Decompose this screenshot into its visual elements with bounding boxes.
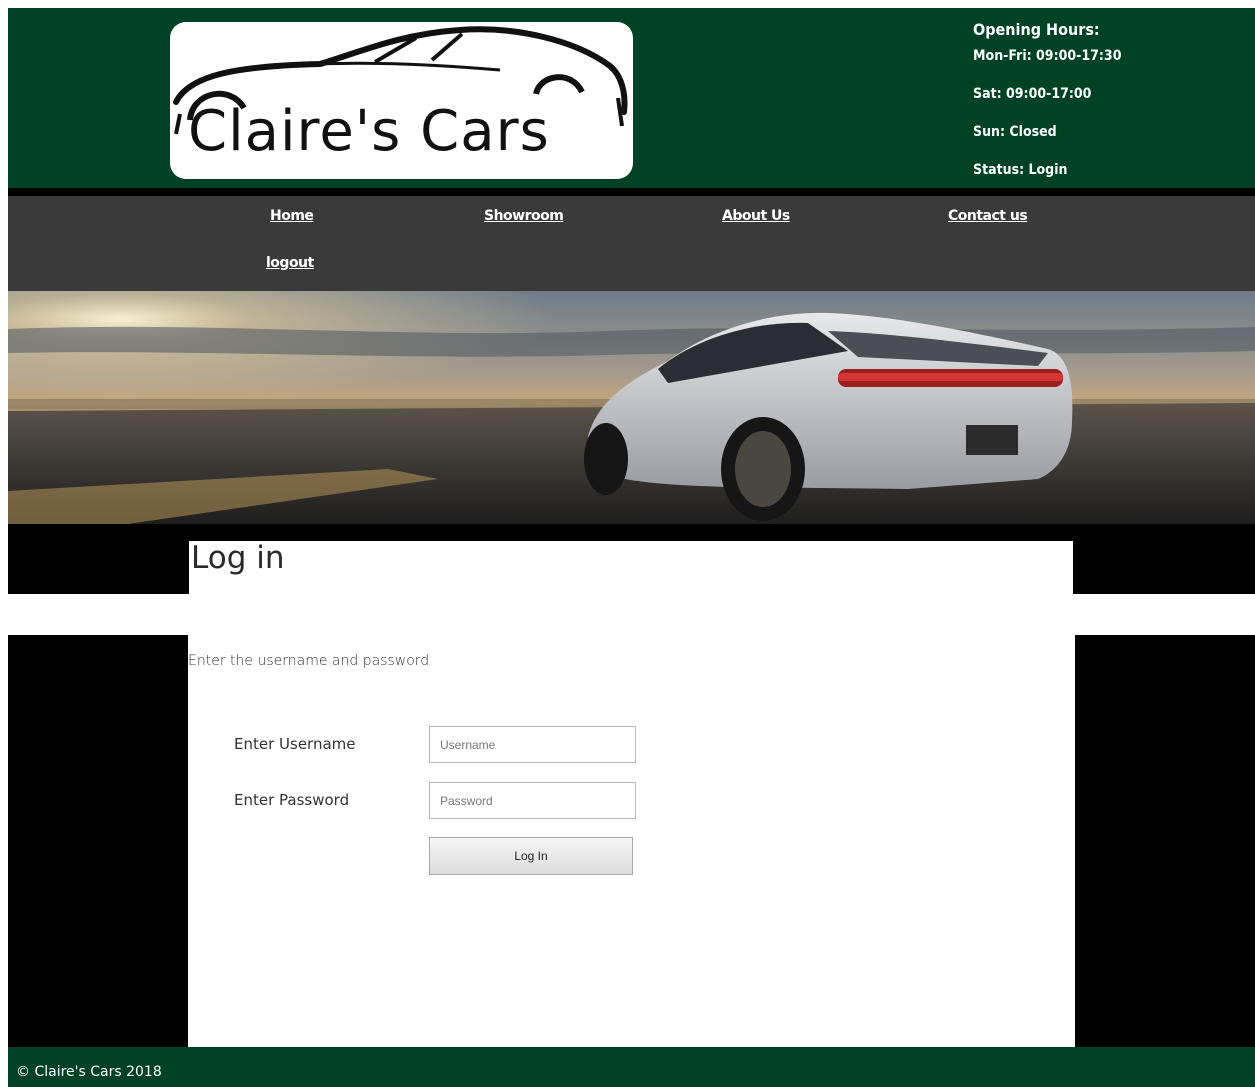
login-instruction: Enter the username and password [188, 653, 430, 669]
hero-banner-image [8, 291, 1255, 524]
nav-showroom[interactable]: Showroom [484, 208, 564, 224]
username-input[interactable] [429, 726, 636, 763]
nav-about-us[interactable]: About Us [722, 208, 790, 224]
site-header: Claire's Cars Opening Hours: Mon-Fri: 09… [8, 8, 1255, 188]
nav-logout[interactable]: logout [266, 255, 314, 271]
password-input[interactable] [429, 782, 636, 819]
page-title: Log in [191, 540, 285, 576]
hours-heading: Opening Hours: [973, 20, 1100, 39]
site-footer: © Claire's Cars 2018 [8, 1047, 1255, 1087]
hours-mon-fri: Mon-Fri: 09:00-17:30 [973, 48, 1122, 64]
hours-sunday: Sun: Closed [973, 124, 1057, 140]
password-label: Enter Password [234, 791, 350, 809]
frame-right [1075, 635, 1255, 1047]
title-panel [189, 541, 1073, 594]
nav-home[interactable]: Home [270, 208, 314, 224]
hours-saturday: Sat: 09:00-17:00 [973, 86, 1092, 102]
main-nav: Home Showroom About Us Contact us logout [8, 196, 1255, 291]
site-logo[interactable]: Claire's Cars [170, 22, 633, 179]
header-divider [8, 188, 1255, 196]
login-status: Status: Login [973, 162, 1068, 178]
frame-left [8, 635, 188, 1047]
car-banner-illustration [8, 291, 1255, 524]
nav-contact-us[interactable]: Contact us [948, 208, 1028, 224]
username-label: Enter Username [234, 735, 356, 753]
copyright-text: © Claire's Cars 2018 [16, 1064, 162, 1080]
log-in-button[interactable]: Log In [429, 837, 633, 875]
logo-wordmark: Claire's Cars [188, 99, 550, 164]
